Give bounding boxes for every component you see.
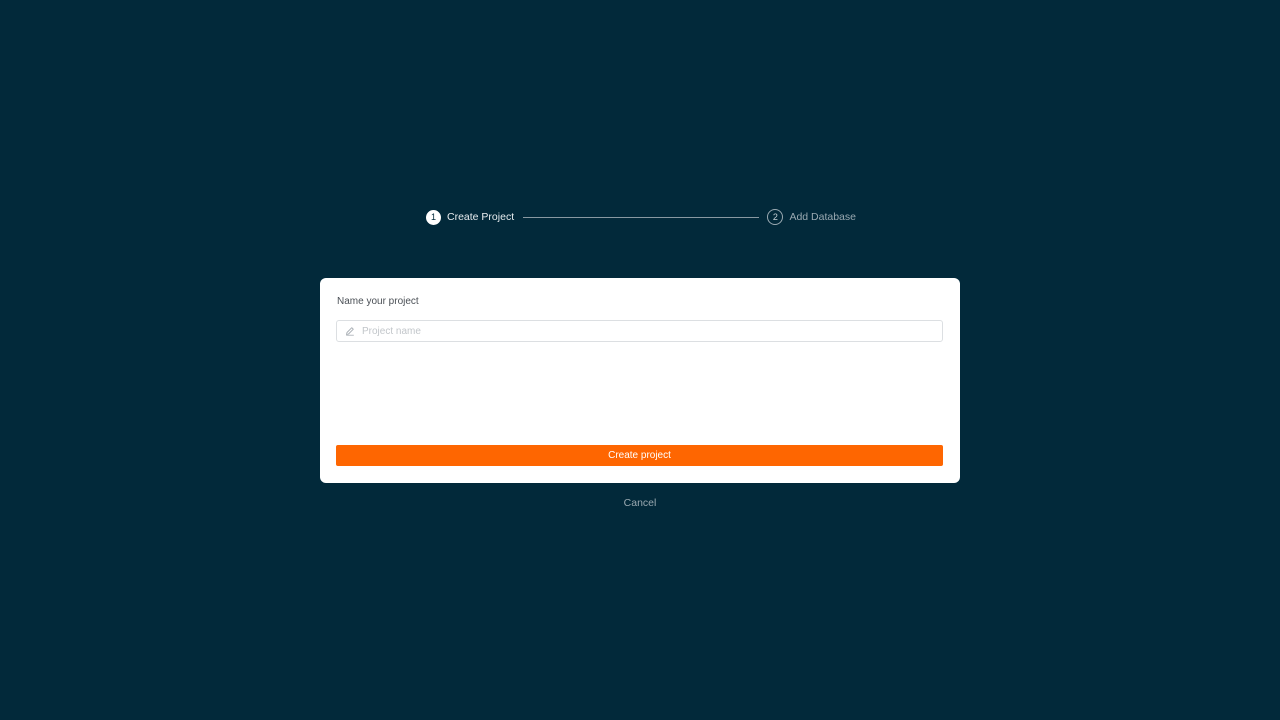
step-connector-line [523,216,760,218]
create-project-page: 1 Create Project 2 Add Database Name you… [0,0,1280,720]
step-number-badge: 2 [767,209,784,225]
pencil-icon [344,325,356,337]
project-name-field[interactable] [336,320,943,342]
create-project-button[interactable]: Create project [336,445,943,466]
step-number-badge: 1 [426,209,441,225]
form-title: Name your project [337,296,419,307]
step-create-project: 1 Create Project [426,209,515,225]
step-label: Create Project [447,211,515,223]
step-label: Add Database [789,211,856,223]
step-add-database: 2 Add Database [767,209,856,225]
cancel-link[interactable]: Cancel [0,497,1280,509]
project-name-input[interactable] [362,322,942,340]
project-form-card: Name your project Create project [320,278,960,483]
progress-stepper: 1 Create Project 2 Add Database [426,207,856,227]
